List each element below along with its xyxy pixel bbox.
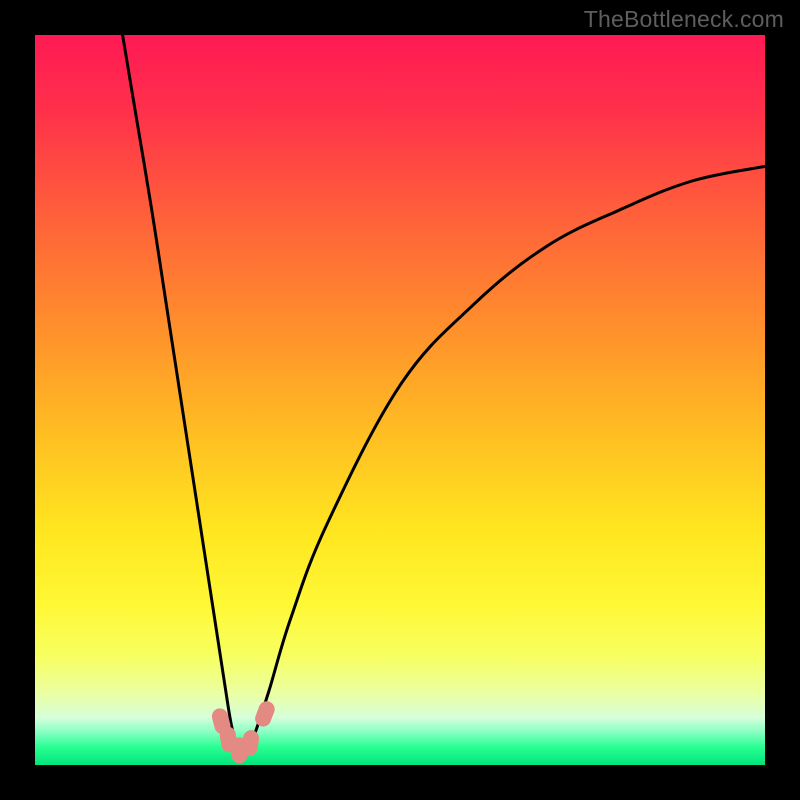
bottleneck-curve bbox=[123, 35, 765, 753]
chart-frame: TheBottleneck.com bbox=[0, 0, 800, 800]
curve-layer bbox=[35, 35, 765, 765]
marker bbox=[240, 729, 260, 757]
plot-area bbox=[35, 35, 765, 765]
watermark-text: TheBottleneck.com bbox=[584, 6, 784, 33]
markers-group bbox=[210, 699, 277, 764]
marker bbox=[253, 699, 277, 729]
